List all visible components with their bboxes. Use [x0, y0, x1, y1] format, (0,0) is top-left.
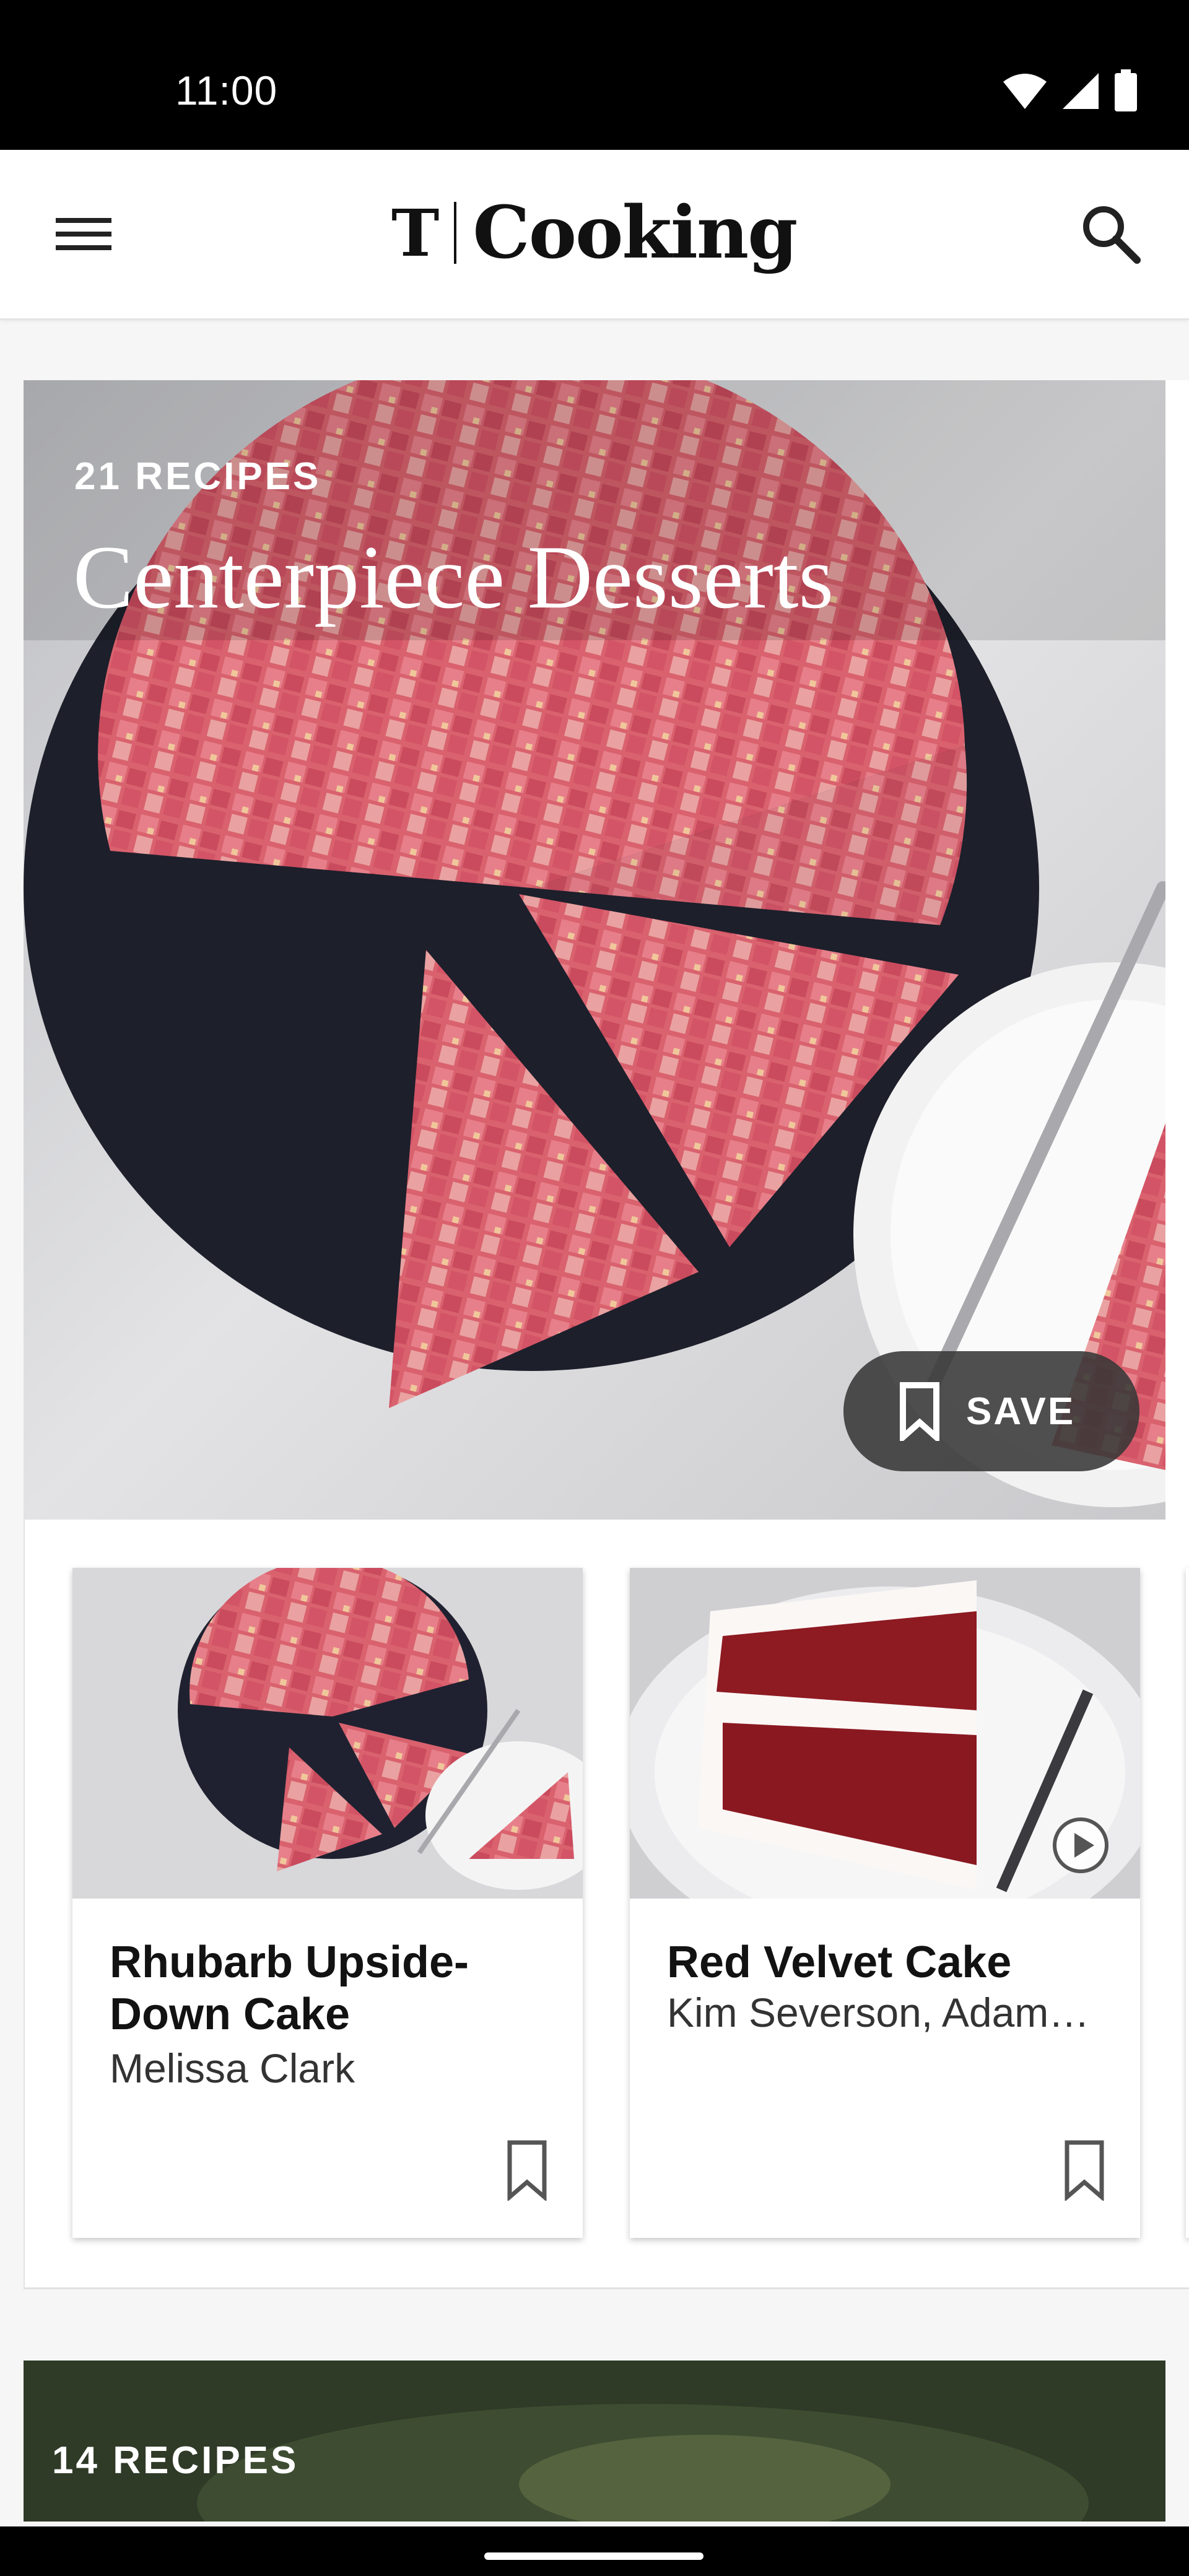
- brand-wordmark: Cooking: [473, 191, 798, 275]
- status-bar: 11:00: [0, 0, 1189, 150]
- rhubarb-cake-thumbnail: [72, 1568, 583, 1899]
- video-play-icon: [1053, 1817, 1108, 1873]
- home-gesture-handle[interactable]: [484, 2552, 703, 2560]
- save-collection-button[interactable]: SAVE: [843, 1351, 1139, 1471]
- bookmark-icon[interactable]: [506, 2139, 548, 2201]
- recipe-author: Melissa Clark: [110, 2045, 355, 2091]
- menu-button[interactable]: [50, 206, 118, 263]
- collection-recipe-count: 14 RECIPES: [52, 2439, 299, 2482]
- recipe-card[interactable]: Red Velvet Cake Kim Severson, Adam…: [630, 1568, 1140, 2238]
- collection-hero-image[interactable]: 21 RECIPES Centerpiece Desserts SAVE: [24, 380, 1165, 1520]
- bookmark-icon: [900, 1382, 939, 1441]
- status-time: 11:00: [175, 67, 278, 113]
- system-navigation-bar: [0, 2526, 1189, 2576]
- wifi-icon: [1003, 74, 1047, 109]
- search-button[interactable]: [1076, 199, 1146, 269]
- collection-title: Centerpiece Desserts: [73, 527, 834, 627]
- recipe-title: Red Velvet Cake: [667, 1938, 1012, 1987]
- recipe-author: Kim Severson, Adam…: [667, 1990, 1090, 2035]
- recipe-card-partial[interactable]: [1186, 1568, 1189, 2238]
- battery-icon: [1115, 69, 1137, 111]
- save-label: SAVE: [966, 1390, 1076, 1433]
- cellular-signal-icon: [1063, 73, 1099, 109]
- bookmark-icon[interactable]: [1063, 2139, 1105, 2201]
- logo-divider: [454, 202, 457, 264]
- search-icon: [1083, 206, 1141, 264]
- app-bar: T Cooking: [0, 150, 1189, 320]
- app-logo: T Cooking: [391, 189, 798, 276]
- recipe-card[interactable]: Rhubarb Upside-Down Cake Melissa Clark: [72, 1568, 583, 2238]
- status-icons: [1002, 69, 1138, 113]
- recipe-title: Rhubarb Upside-Down Cake: [110, 1938, 469, 2039]
- recipe-thumbnail: [72, 1568, 583, 1899]
- nyt-t-logo: T: [391, 194, 440, 271]
- hamburger-menu-icon: [56, 218, 111, 250]
- collection-recipe-count: 21 RECIPES: [74, 455, 321, 498]
